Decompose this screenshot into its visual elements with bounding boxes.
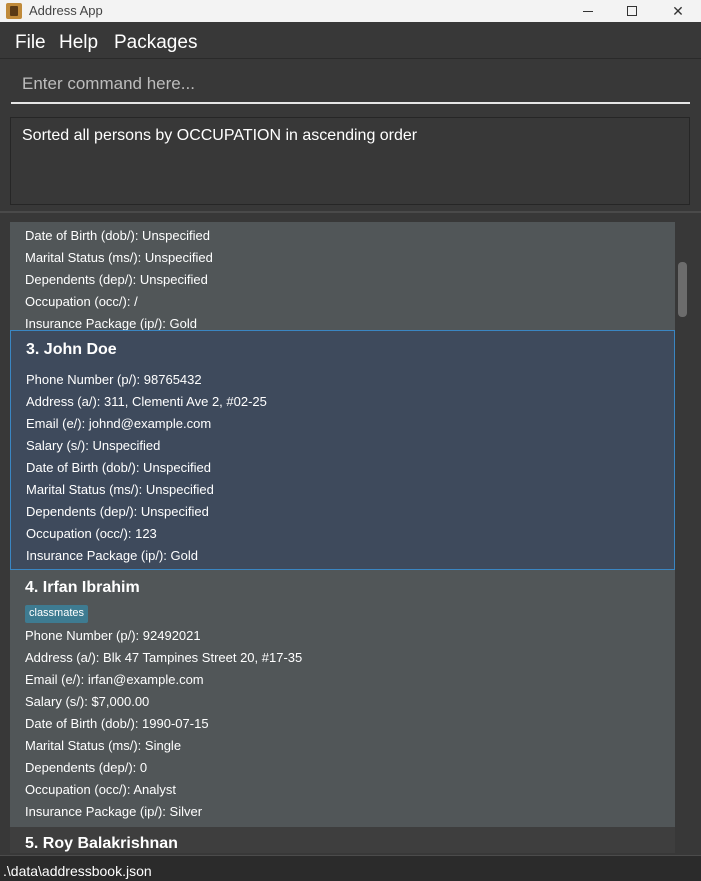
menu-help[interactable]: Help — [59, 32, 98, 54]
close-button[interactable]: ✕ — [655, 0, 701, 22]
title-bar: Address App ✕ — [0, 0, 701, 22]
address-field: Address (a/): 311, Clementi Ave 2, #02-2… — [26, 394, 267, 409]
close-icon: ✕ — [672, 2, 684, 19]
marital-status-field: Marital Status (ms/): Single — [25, 738, 182, 753]
maximize-button[interactable] — [609, 0, 655, 22]
insurance-package-field: Insurance Package (ip/): Silver — [25, 804, 203, 819]
occupation-field: Occupation (occ/): Analyst — [25, 782, 177, 797]
marital-status-field: Marital Status (ms/): Unspecified — [25, 250, 213, 265]
insurance-package-field: Insurance Package (ip/): Gold — [25, 316, 197, 331]
dob-field: Date of Birth (dob/): Unspecified — [26, 460, 211, 475]
marital-status-field: Marital Status (ms/): Unspecified — [26, 482, 214, 497]
insurance-package-field: Insurance Package (ip/): Gold — [26, 548, 198, 563]
person-card[interactable]: 5. Roy Balakrishnan — [10, 827, 675, 853]
menu-file[interactable]: File — [15, 32, 46, 54]
person-list[interactable]: Date of Birth (dob/): Unspecified Marita… — [0, 213, 701, 853]
phone-field: Phone Number (p/): 92492021 — [25, 628, 201, 643]
person-name: 5. Roy Balakrishnan — [25, 835, 178, 852]
tag-badge: classmates — [25, 605, 89, 623]
dependents-field: Dependents (dep/): Unspecified — [26, 504, 209, 519]
person-card[interactable]: 4. Irfan Ibrahim classmates Phone Number… — [10, 570, 675, 827]
email-field: Email (e/): johnd@example.com — [26, 416, 212, 431]
dob-field: Date of Birth (dob/): 1990-07-15 — [25, 716, 209, 731]
person-name: 3. John Doe — [26, 341, 117, 358]
phone-field: Phone Number (p/): 98765432 — [26, 372, 202, 387]
command-input[interactable] — [11, 66, 690, 104]
person-card[interactable]: Date of Birth (dob/): Unspecified Marita… — [10, 222, 675, 331]
occupation-field: Occupation (occ/): 123 — [26, 526, 157, 541]
app-icon — [6, 3, 22, 19]
scrollbar-thumb[interactable] — [678, 262, 687, 317]
status-bar: .\data\addressbook.json — [0, 855, 701, 881]
salary-field: Salary (s/): $7,000.00 — [25, 694, 150, 709]
email-field: Email (e/): irfan@example.com — [25, 672, 204, 687]
person-name: 4. Irfan Ibrahim — [25, 579, 140, 596]
address-field: Address (a/): Blk 47 Tampines Street 20,… — [25, 650, 303, 665]
occupation-field: Occupation (occ/): / — [25, 294, 138, 309]
menu-bar: File Help Packages — [0, 24, 701, 59]
result-display: Sorted all persons by OCCUPATION in asce… — [10, 117, 690, 205]
person-card-selected[interactable]: 3. John Doe Phone Number (p/): 98765432 … — [10, 330, 675, 570]
menu-packages[interactable]: Packages — [114, 32, 197, 54]
window-title: Address App — [29, 3, 103, 18]
minimize-button[interactable] — [565, 0, 611, 22]
save-location: .\data\addressbook.json — [3, 863, 152, 879]
dependents-field: Dependents (dep/): 0 — [25, 760, 148, 775]
dob-field: Date of Birth (dob/): Unspecified — [25, 228, 210, 243]
minimize-icon — [583, 10, 593, 12]
dependents-field: Dependents (dep/): Unspecified — [25, 272, 208, 287]
salary-field: Salary (s/): Unspecified — [26, 438, 161, 453]
maximize-icon — [627, 6, 637, 16]
